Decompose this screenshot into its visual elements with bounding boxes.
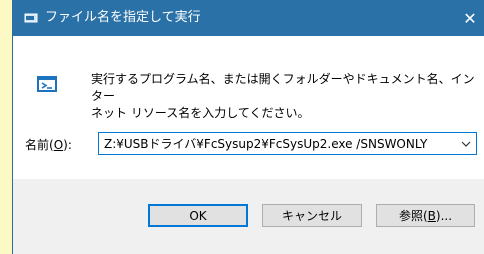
cancel-button[interactable]: キャンセル <box>262 204 362 227</box>
close-button[interactable]: ✕ <box>456 0 484 36</box>
window-title: ファイル名を指定して実行 <box>45 10 201 25</box>
ok-button[interactable]: OK <box>148 204 248 227</box>
chevron-down-icon <box>461 141 471 147</box>
run-program-icon <box>37 76 57 92</box>
close-icon: ✕ <box>463 8 477 28</box>
dialog-body: 実行するプログラム名、または開くフォルダーやドキュメント名、インター ネット リ… <box>13 36 484 179</box>
browse-label-accelerator: B <box>427 208 436 223</box>
browse-label-suffix: )... <box>435 208 453 223</box>
button-bar: OK キャンセル 参照(B)... <box>13 179 484 254</box>
instruction-text: 実行するプログラム名、または開くフォルダーやドキュメント名、インター ネット リ… <box>91 72 475 120</box>
name-label-accelerator: O <box>53 138 64 152</box>
title-bar[interactable]: ファイル名を指定して実行 ✕ <box>13 0 484 36</box>
run-dialog: ファイル名を指定して実行 ✕ 実行するプログラム名、または開くフォルダーやドキュ… <box>12 0 484 254</box>
page-background: ファイル名を指定して実行 ✕ 実行するプログラム名、または開くフォルダーやドキュ… <box>0 0 484 254</box>
command-input[interactable]: Z:¥USBドライバ¥FcSysup2¥FcSysUp2.exe /SNSWON… <box>99 135 456 152</box>
dropdown-button[interactable] <box>456 133 476 154</box>
browse-button[interactable]: 参照(B)... <box>376 204 475 227</box>
name-label-prefix: 名前( <box>25 138 54 152</box>
run-app-icon <box>24 13 38 23</box>
name-label-suffix: ): <box>63 138 72 152</box>
command-combobox[interactable]: Z:¥USBドライバ¥FcSysup2¥FcSysUp2.exe /SNSWON… <box>98 132 477 155</box>
browse-label-prefix: 参照( <box>398 209 428 223</box>
name-field-label: 名前(O): <box>25 137 72 153</box>
